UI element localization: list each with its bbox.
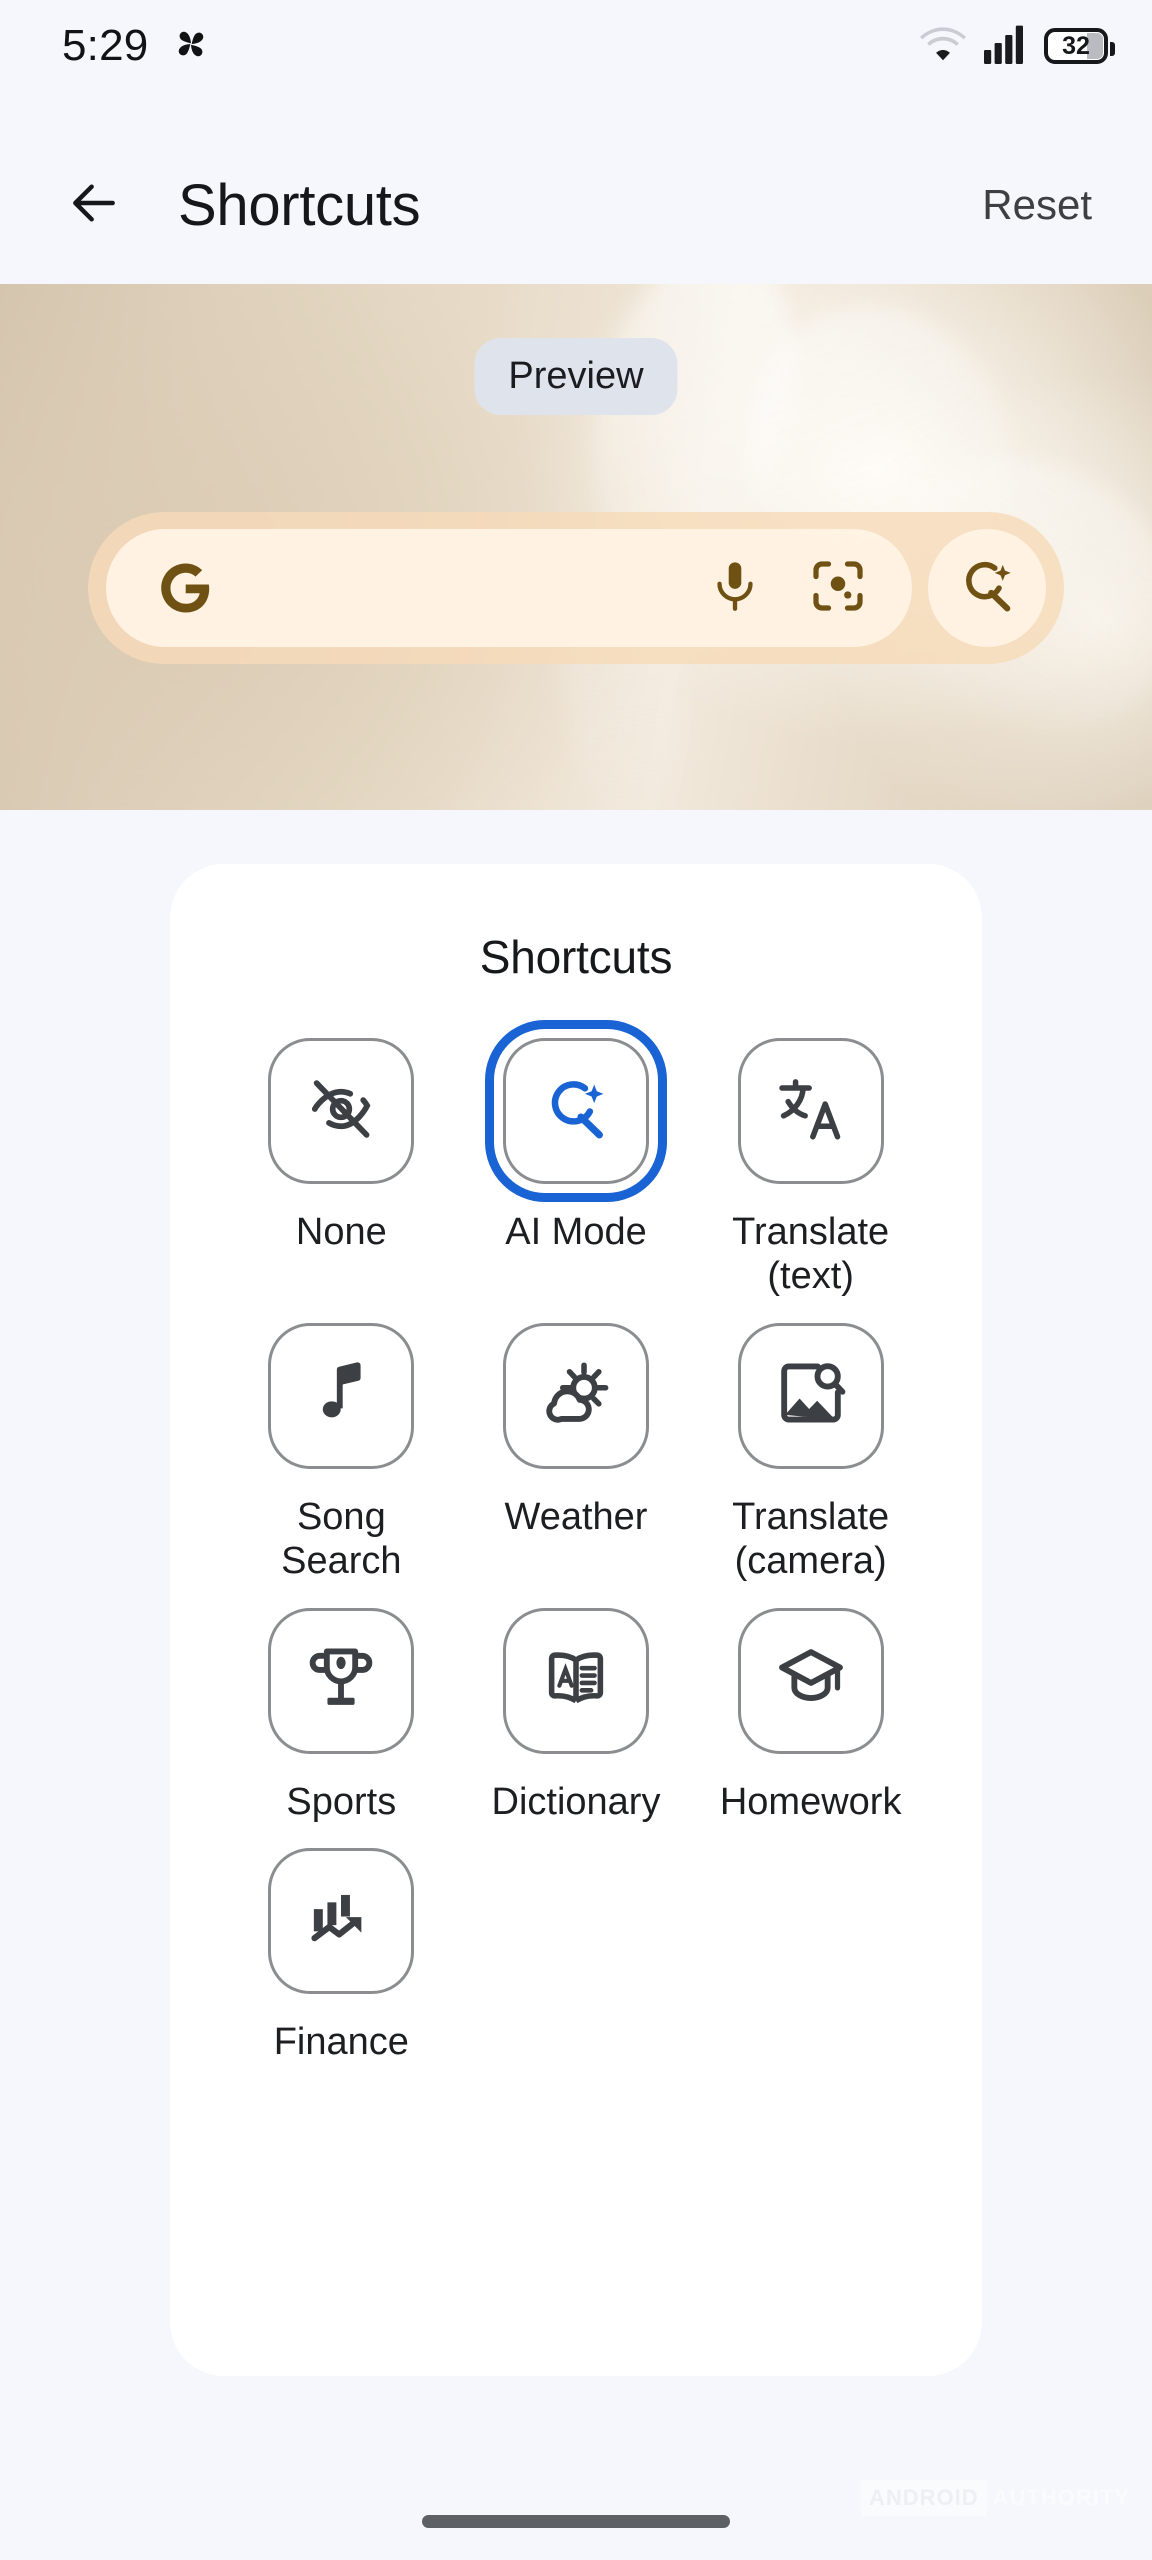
preview-banner: Preview	[0, 284, 1152, 810]
shortcut-tile-icon-frame	[268, 1322, 415, 1469]
open-book-icon	[539, 1641, 613, 1720]
shortcut-tile-label: Weather	[504, 1495, 648, 1538]
shortcut-tile-icon-frame	[737, 1038, 884, 1184]
shortcuts-card-title: Shortcuts	[479, 931, 673, 983]
image-search-icon	[774, 1356, 848, 1435]
shortcut-tile-icon-frame	[268, 1607, 415, 1754]
shortcut-tile-label: Sports	[286, 1780, 397, 1823]
google-lens-icon[interactable]	[808, 556, 868, 621]
shortcut-tile-weather[interactable]: Weather	[459, 1322, 694, 1584]
shortcut-tile-icon-frame	[502, 1322, 649, 1469]
status-bar-left: 5:29	[62, 21, 212, 71]
shortcut-tile-label: Song Search	[281, 1495, 402, 1583]
battery-indicator: 32	[1044, 28, 1115, 64]
status-bar-right: 32	[920, 24, 1115, 69]
finance-chart-icon	[304, 1882, 378, 1961]
shortcut-tile-label: None	[295, 1211, 387, 1253]
shortcut-tile-label: Translate (camera)	[732, 1495, 890, 1583]
shortcut-tile-icon-frame	[502, 1607, 649, 1754]
pinwheel-icon	[170, 23, 212, 70]
shortcut-tile-label: Dictionary	[491, 1780, 661, 1823]
shortcut-tile-none[interactable]: None	[224, 1038, 459, 1299]
shortcut-tile-translate-camera[interactable]: Translate (camera)	[693, 1322, 928, 1584]
watermark-plain-text: AUTHORITY	[992, 2485, 1130, 2510]
status-bar: 5:29 32	[0, 0, 1152, 92]
shortcut-tile-icon-frame-selected	[502, 1038, 649, 1184]
app-header: Shortcuts Reset	[0, 140, 1152, 270]
graduation-cap-icon	[774, 1641, 848, 1720]
reset-button[interactable]: Reset	[966, 169, 1108, 241]
partly-cloudy-sun-icon	[539, 1356, 613, 1435]
phone-screen: 5:29 32 Shortcuts Reset Preview Shortcut…	[0, 0, 1152, 2560]
shortcut-tile-label: Finance	[273, 2021, 409, 2064]
shortcut-tile-label: Translate (text)	[732, 1211, 890, 1298]
shortcut-tile-song-search[interactable]: Song Search	[224, 1322, 459, 1584]
preview-chip: Preview	[474, 338, 678, 415]
ai-mode-search-sparkle-icon	[539, 1072, 613, 1151]
battery-percent-label: 32	[1062, 31, 1090, 60]
android-authority-watermark: ANDROID AUTHORITY	[861, 2480, 1130, 2516]
shortcut-tile-icon-frame	[737, 1322, 884, 1469]
music-note-icon	[304, 1356, 378, 1435]
translate-text-icon	[774, 1072, 848, 1151]
ai-mode-search-sparkle-icon	[955, 554, 1019, 623]
shortcut-tile-label: Homework	[719, 1780, 902, 1823]
shortcut-tile-dictionary[interactable]: Dictionary	[459, 1607, 694, 1824]
shortcut-tile-icon-frame	[737, 1607, 884, 1754]
page-title: Shortcuts	[178, 172, 421, 238]
wifi-icon	[920, 24, 966, 69]
shortcut-tile-translate-text[interactable]: Translate (text)	[693, 1038, 928, 1299]
eye-off-icon	[304, 1072, 378, 1151]
search-action-icons	[706, 556, 868, 621]
shortcuts-card: Shortcuts None AI Mode Translate (text) …	[170, 864, 982, 2376]
back-button[interactable]	[52, 163, 136, 247]
shortcut-tile-ai-mode[interactable]: AI Mode	[459, 1038, 694, 1299]
shortcut-tile-icon-frame	[268, 1848, 415, 1995]
search-input-pill[interactable]	[106, 529, 912, 647]
shortcut-tile-icon-frame	[268, 1038, 415, 1184]
cellular-signal-icon	[983, 24, 1027, 69]
shortcut-tile-finance[interactable]: Finance	[224, 1848, 459, 2064]
shortcut-tile-label: AI Mode	[505, 1211, 647, 1253]
back-arrow-icon	[66, 175, 122, 236]
shortcuts-grid: None AI Mode Translate (text) Song Searc…	[170, 984, 982, 2065]
widget-ai-mode-button[interactable]	[928, 529, 1046, 647]
microphone-icon[interactable]	[706, 557, 764, 620]
home-indicator[interactable]	[422, 2515, 730, 2528]
shortcut-tile-sports[interactable]: Sports	[224, 1607, 459, 1824]
status-time: 5:29	[62, 21, 149, 70]
google-g-icon	[150, 553, 220, 623]
watermark-box-text: ANDROID	[861, 2480, 987, 2516]
google-search-widget[interactable]	[88, 512, 1064, 664]
trophy-icon	[304, 1641, 378, 1720]
shortcut-tile-homework[interactable]: Homework	[693, 1607, 928, 1824]
